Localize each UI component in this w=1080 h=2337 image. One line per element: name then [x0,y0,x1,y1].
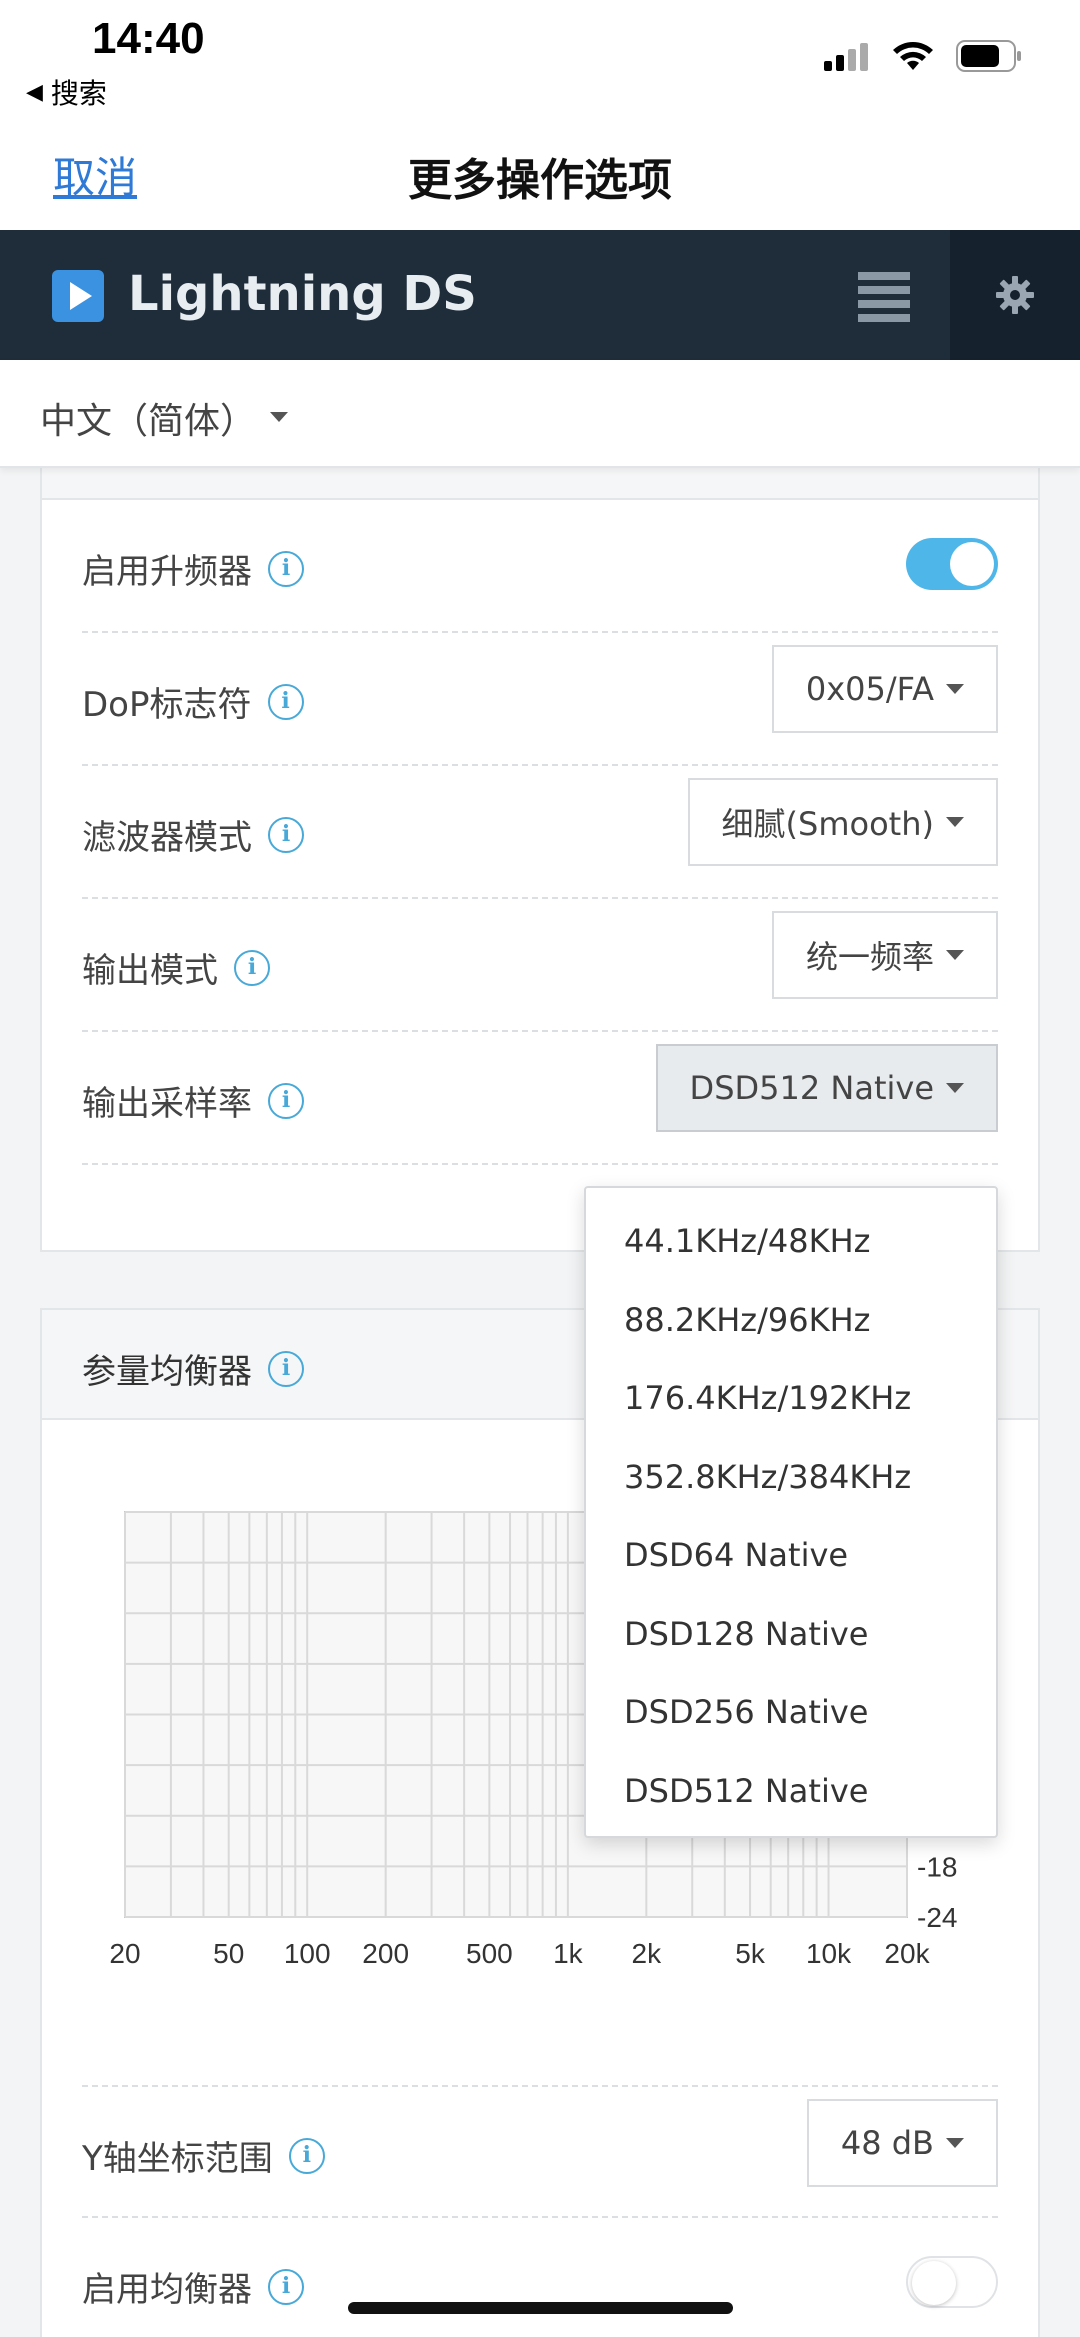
x-tick-label: 2k [632,1938,663,1969]
back-to-app[interactable]: ◀ 搜索 [26,72,107,112]
equalizer-title: 参量均衡器 [82,1352,252,1392]
x-tick-label: 20 [109,1938,140,1969]
filter-mode-select[interactable]: 细腻(Smooth) [687,778,998,866]
dop-marker-select[interactable]: 0x05/FA [771,645,998,733]
output-mode-select[interactable]: 统一频率 [771,911,998,999]
y-tick-label: -24 [917,1902,957,1933]
play-logo-icon [52,270,104,322]
menu-line-icon [858,272,910,280]
filter-mode-label: 滤波器模式 [82,818,252,858]
sample-rate-option[interactable]: 352.8KHz/384KHz [586,1438,996,1517]
x-tick-label: 5k [735,1938,766,1969]
menu-line-icon [858,314,910,322]
y-tick-label: -18 [917,1851,957,1882]
info-icon[interactable]: i [234,949,270,986]
row-output-sample-rate: 输出采样率 i DSD512 Native [82,1032,998,1165]
row-enable-upsampler: 启用升频器 i [82,500,998,633]
dop-marker-label: DoP标志符 [82,685,252,725]
sample-rate-option[interactable]: DSD64 Native [586,1516,996,1595]
info-icon[interactable]: i [267,683,304,720]
info-icon[interactable]: i [268,1350,304,1387]
row-filter-mode: 滤波器模式 i 细腻(Smooth) [82,766,998,899]
battery-icon [956,40,1021,72]
output-mode-value: 统一频率 [805,938,934,976]
filter-mode-value: 细腻(Smooth) [721,805,934,843]
output-sample-rate-select[interactable]: DSD512 Native [655,1044,998,1132]
gear-icon [996,276,1034,314]
caret-down-icon [270,412,288,422]
sample-rate-option[interactable]: 44.1KHz/48KHz [586,1202,996,1281]
dop-marker-value: 0x05/FA [805,670,934,708]
x-tick-label: 200 [362,1938,409,1969]
language-selector[interactable]: 中文（简体） [0,360,1080,468]
output-sample-rate-label: 输出采样率 [82,1084,252,1124]
back-app-label: 搜索 [50,77,107,110]
x-tick-label: 1k [553,1938,584,1969]
x-tick-label: 10k [806,1938,852,1969]
chart-y-tick-labels: -18 -24 [917,1851,957,1933]
sample-rate-option[interactable]: DSD128 Native [586,1595,996,1674]
sample-rate-dropdown[interactable]: 44.1KHz/48KHz 88.2KHz/96KHz 176.4KHz/192… [584,1186,998,1838]
chart-x-tick-labels: 20 50 100 200 500 1k 2k 5k 10k 20k [109,1938,930,1969]
page-title: 更多操作选项 [408,155,672,206]
sample-rate-option[interactable]: 176.4KHz/192KHz [586,1359,996,1438]
language-label: 中文（简体） [40,401,257,442]
enable-upsampler-label: 启用升频器 [82,552,252,592]
sample-rate-option[interactable]: DSD256 Native [586,1673,996,1752]
caret-down-icon [946,684,964,694]
x-tick-label: 500 [466,1938,513,1969]
cellular-signal-icon [824,43,868,71]
row-dop-marker: DoP标志符 i 0x05/FA [82,633,998,766]
status-time: 14:40 [92,14,205,63]
status-bar: 14:40 ◀ 搜索 [0,0,1080,120]
app-name: Lightning DS [128,266,477,322]
caret-down-icon [946,817,964,827]
back-triangle-icon: ◀ [26,79,43,105]
enable-upsampler-toggle[interactable] [906,538,998,590]
status-icons [824,40,1022,72]
wifi-icon [893,42,933,70]
caret-down-icon [946,950,964,960]
menu-line-icon [858,286,910,294]
x-tick-label: 50 [213,1938,244,1969]
caret-down-icon [946,1083,964,1093]
row-output-mode: 输出模式 i 统一频率 [82,899,998,1032]
output-sample-rate-value: DSD512 Native [689,1069,934,1107]
x-tick-label: 100 [284,1938,331,1969]
menu-line-icon [858,300,910,308]
menu-button[interactable] [858,272,910,322]
app-header: Lightning DS [0,230,1080,360]
output-mode-label: 输出模式 [82,951,218,991]
navigation-bar: 取消 更多操作选项 [0,120,1080,230]
x-tick-label: 20k [884,1938,930,1969]
home-indicator [348,2302,733,2314]
info-icon[interactable]: i [268,1082,304,1119]
settings-button[interactable] [950,230,1080,360]
sample-rate-option[interactable]: 88.2KHz/96KHz [586,1281,996,1360]
upsampler-panel-header [42,468,1038,500]
upsampler-panel: 启用升频器 i DoP标志符 i 0x05/FA 滤波器模式 i 细腻(Smoo… [40,468,1040,1252]
info-icon[interactable]: i [268,816,304,853]
sample-rate-option[interactable]: DSD512 Native [586,1752,996,1831]
info-icon[interactable]: i [268,550,304,587]
